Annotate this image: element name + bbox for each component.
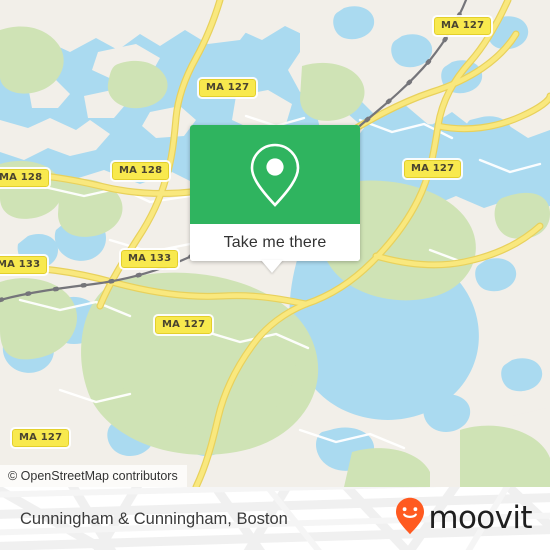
map-page: MA 127 MA 127 MA 127 MA 128 MA 128 MA 13… — [0, 0, 550, 550]
road-shield: MA 128 — [109, 160, 172, 182]
moovit-wordmark: moovit — [428, 500, 532, 536]
map-canvas[interactable]: MA 127 MA 127 MA 127 MA 128 MA 128 MA 13… — [0, 0, 550, 487]
moovit-pin-icon — [395, 497, 425, 540]
take-me-there-callout[interactable]: Take me there — [190, 125, 360, 261]
footer-bar: Cunningham & Cunningham, Boston moovit — [0, 487, 550, 550]
moovit-logo[interactable]: moovit — [395, 497, 533, 540]
road-shield: MA 133 — [0, 254, 50, 276]
road-shield: MA 127 — [9, 427, 72, 449]
callout-pointer — [261, 260, 283, 273]
osm-attribution[interactable]: © OpenStreetMap contributors — [0, 465, 187, 487]
place-title: Cunningham & Cunningham, Boston — [20, 509, 288, 528]
road-shield: MA 133 — [118, 248, 181, 270]
road-shield: MA 127 — [431, 15, 494, 37]
road-shield: MA 127 — [401, 158, 464, 180]
road-shield: MA 128 — [0, 167, 52, 189]
road-shield: MA 127 — [196, 77, 259, 99]
callout-icon-panel — [190, 125, 360, 224]
callout-action-bar[interactable]: Take me there — [190, 224, 360, 261]
take-me-there-label: Take me there — [223, 233, 327, 251]
map-pin-icon — [249, 142, 301, 208]
road-shield: MA 127 — [152, 314, 215, 336]
